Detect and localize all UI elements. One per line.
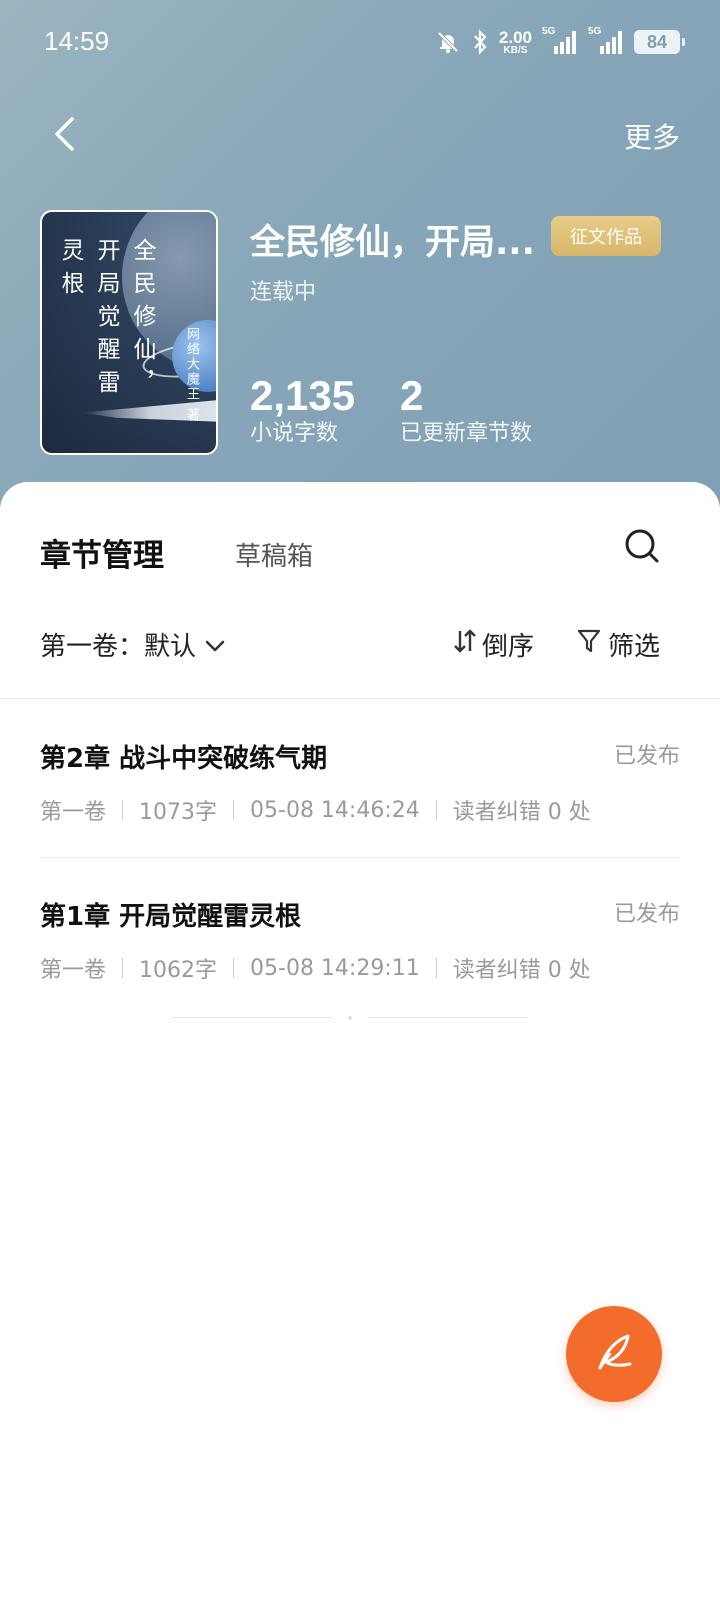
chapter-volume: 第一卷	[40, 800, 107, 825]
signal-icon: 5G	[588, 26, 624, 56]
tab-draft-box[interactable]: 草稿箱	[235, 536, 313, 573]
volume-label: 第一卷：默认	[40, 632, 197, 662]
sort-icon	[452, 627, 478, 662]
filter-button[interactable]: 筛选	[576, 626, 660, 663]
tab-chapter-management[interactable]: 章节管理	[40, 530, 164, 575]
chapter-errata: 读者纠错 0 处	[452, 800, 591, 825]
chapter-count-label: 已更新章节数	[400, 421, 533, 446]
chevron-left-icon	[52, 116, 76, 156]
chapter-title: 第2章 战斗中突破练气期	[40, 744, 328, 774]
back-button[interactable]	[40, 112, 88, 160]
sort-label: 倒序	[482, 632, 535, 662]
more-button[interactable]: 更多	[624, 116, 680, 156]
quill-pen-icon	[590, 1328, 638, 1380]
cover-title: 灵根 开局觉醒雷 全民修仙，	[56, 238, 156, 403]
meta-separator	[435, 958, 437, 978]
end-line	[368, 1017, 528, 1018]
cover-author: 网络大魔王 著	[184, 327, 199, 424]
chapter-time: 05-08 14:46:24	[250, 797, 420, 823]
sort-button[interactable]: 倒序	[452, 626, 534, 663]
chapter-title: 第1章 开局觉醒雷灵根	[40, 902, 302, 932]
chapter-row[interactable]: 第1章 开局觉醒雷灵根 已发布 第一卷 1062字 05-08 14:29:11…	[40, 858, 680, 1016]
cover-title-col: 全民修仙，	[129, 238, 155, 403]
chapter-count-value: 2	[400, 372, 424, 419]
search-icon	[622, 529, 662, 570]
status-icons: 2.00 KB/S 5G 5G 84	[435, 26, 685, 58]
meta-separator	[233, 800, 235, 820]
chapter-status: 已发布	[613, 744, 680, 769]
chapter-count-stat: 2 已更新章节数	[400, 372, 532, 448]
chapter-time: 05-08 14:29:11	[250, 955, 420, 981]
meta-separator	[233, 958, 235, 978]
book-title: 全民修仙，开局...	[250, 223, 535, 263]
meta-separator	[122, 958, 124, 978]
meta-separator	[435, 800, 437, 820]
signal-icon: 5G	[542, 26, 578, 56]
contest-badge: 征文作品	[551, 216, 661, 256]
filter-icon	[576, 627, 602, 662]
chapter-meta: 第一卷 1062字 05-08 14:29:11 读者纠错 0 处	[40, 952, 591, 984]
volume-selector[interactable]: 第一卷：默认	[40, 626, 226, 663]
word-count-stat: 2,135 小说字数	[250, 372, 355, 448]
word-count-value: 2,135	[250, 372, 356, 419]
end-dot	[348, 1016, 352, 1020]
search-button[interactable]	[622, 526, 662, 566]
network-speed: 2.00 KB/S	[498, 27, 532, 56]
chapter-volume: 第一卷	[40, 958, 107, 983]
chevron-down-icon	[204, 630, 226, 660]
write-chapter-button[interactable]	[566, 1306, 662, 1402]
list-end-indicator	[172, 1016, 528, 1020]
word-count-label: 小说字数	[250, 421, 339, 446]
chapter-status: 已发布	[613, 902, 680, 927]
chapter-words: 1073字	[139, 800, 218, 825]
filter-label: 筛选	[608, 632, 661, 662]
cover-title-col: 开局觉醒雷	[93, 238, 119, 403]
divider	[0, 698, 720, 699]
battery-icon: 84	[634, 30, 685, 54]
end-line	[172, 1017, 332, 1018]
chapter-errata: 读者纠错 0 处	[452, 958, 591, 983]
cover-title-col: 灵根	[57, 238, 83, 304]
chapter-words: 1062字	[139, 958, 218, 983]
status-bar: 14:59 2.00 KB/S 5G 5G 84	[0, 0, 720, 86]
status-time: 14:59	[44, 26, 110, 56]
book-cover[interactable]: 灵根 开局觉醒雷 全民修仙， 网络大魔王 著	[40, 210, 218, 455]
chapter-meta: 第一卷 1073字 05-08 14:46:24 读者纠错 0 处	[40, 794, 591, 826]
mute-bell-icon	[435, 29, 461, 55]
meta-separator	[122, 800, 124, 820]
chapter-row[interactable]: 第2章 战斗中突破练气期 已发布 第一卷 1073字 05-08 14:46:2…	[40, 700, 680, 858]
bluetooth-icon	[471, 29, 489, 55]
book-status: 连载中	[250, 280, 317, 305]
